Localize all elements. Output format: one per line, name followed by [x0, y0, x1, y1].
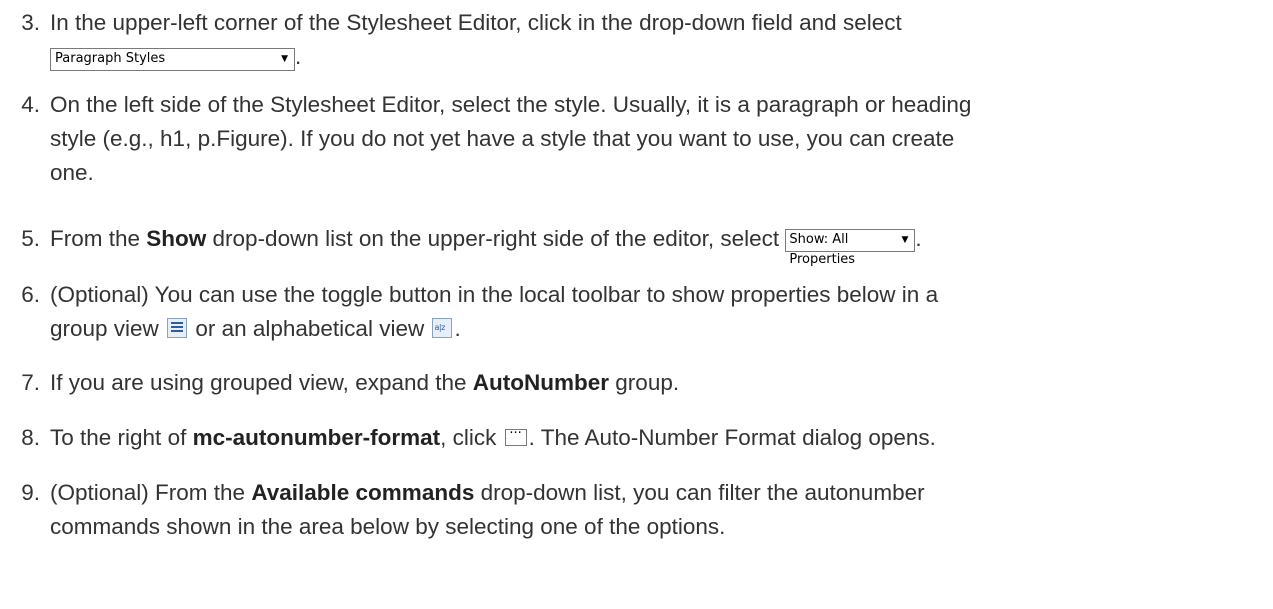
step-text-line-3: one. — [50, 160, 94, 185]
show-all-properties-dropdown[interactable]: Show: All Properties ▼ — [785, 228, 916, 267]
step-number: 8. — [21, 425, 40, 450]
step-text-end: . — [454, 316, 461, 341]
chevron-down-icon: ▼ — [901, 234, 909, 245]
step-text: To the right of — [50, 425, 193, 450]
mc-autonumber-format-keyword: mc-autonumber-format — [192, 425, 441, 450]
step-text-mid: drop-down list on the upper-right side o… — [206, 226, 786, 251]
alphabetical-glyph: a|z — [434, 323, 445, 333]
step-number: 7. — [21, 370, 40, 395]
chevron-down-icon: ▼ — [281, 53, 288, 64]
autonumber-keyword: AutoNumber — [472, 370, 610, 395]
dropdown-label: Paragraph Styles — [55, 50, 166, 66]
step-text-line-2: style (e.g., h1, p.Figure). If you do no… — [50, 126, 955, 151]
step-number: 6. — [21, 282, 40, 307]
step-text-end: . — [915, 226, 922, 251]
paragraph-styles-dropdown[interactable]: Paragraph Styles ▼ — [50, 47, 295, 71]
step-text-end: . The Auto-Number Format dialog opens. — [528, 425, 936, 450]
ellipsis-button[interactable]: ··· — [504, 426, 527, 446]
step-number: 5. — [21, 226, 40, 251]
step-text-mid: or an alphabetical view — [189, 316, 431, 341]
step-text-end: group. — [609, 370, 680, 395]
show-keyword: Show — [146, 226, 207, 251]
step-text: group view — [50, 316, 166, 341]
step-text: From the — [50, 226, 147, 251]
step-number: 9. — [21, 480, 40, 505]
step-text-mid: drop-down list, you can filter the auton… — [474, 480, 925, 505]
step-text-line-1: (Optional) You can use the toggle button… — [50, 282, 939, 307]
step-text: If you are using grouped view, expand th… — [50, 370, 473, 395]
step-text-end: . — [295, 44, 302, 69]
dropdown-label: Show: All Properties — [789, 231, 856, 267]
available-commands-keyword: Available commands — [251, 480, 475, 505]
step-text-line-2: commands shown in the area below by sele… — [50, 514, 726, 539]
group-view-icon[interactable] — [167, 318, 188, 339]
step-text: In the upper-left corner of the Styleshe… — [50, 10, 902, 35]
step-text-line-1: On the left side of the Stylesheet Edito… — [50, 92, 972, 117]
step-number: 3. — [21, 10, 40, 35]
step-text-mid: , click — [440, 425, 503, 450]
alphabetical-view-icon[interactable]: a|z — [432, 318, 453, 339]
step-text: (Optional) From the — [50, 480, 252, 505]
ellipsis-icon: ··· — [509, 425, 522, 441]
step-number: 4. — [21, 92, 40, 117]
